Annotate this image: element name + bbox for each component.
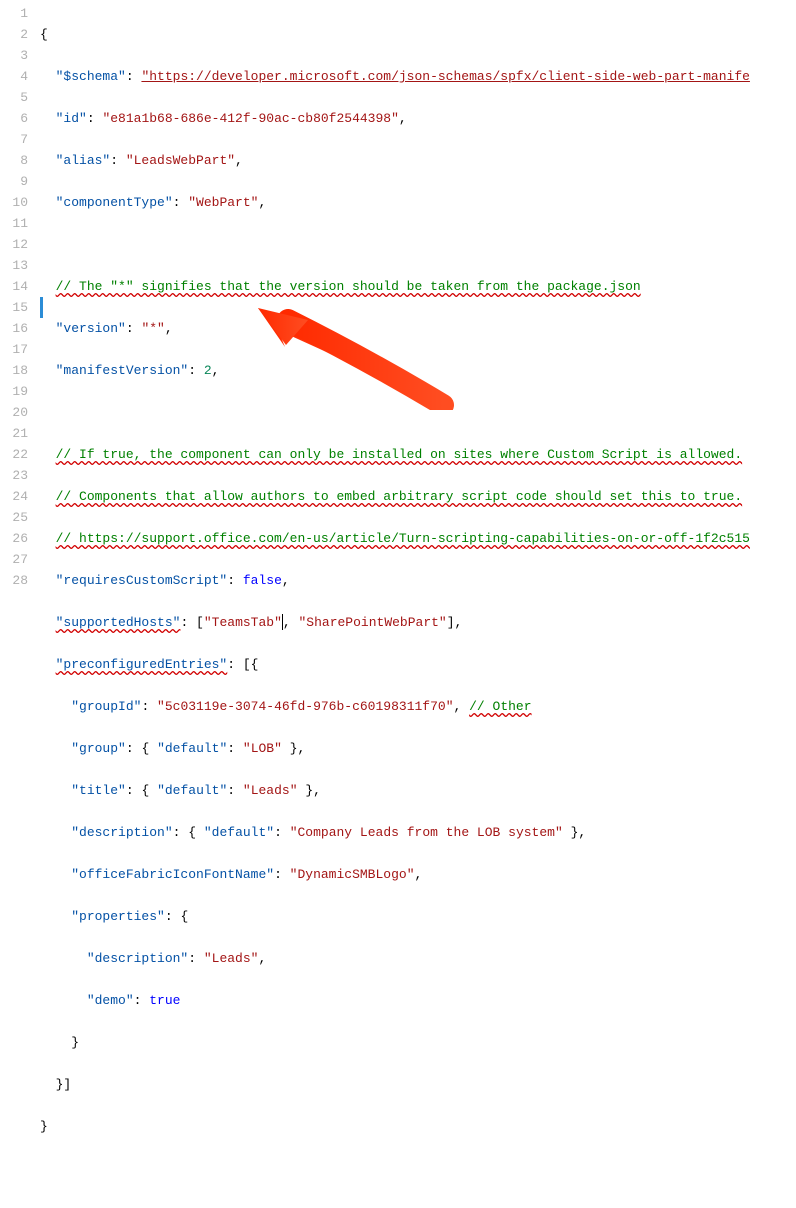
text-cursor — [282, 614, 283, 630]
code-editor[interactable]: 123 456 789 101112 131415 161718 192021 … — [0, 0, 796, 604]
line-number-gutter: 123 456 789 101112 131415 161718 192021 … — [0, 0, 40, 604]
code-content[interactable]: { "$schema": "https://developer.microsof… — [40, 0, 796, 604]
